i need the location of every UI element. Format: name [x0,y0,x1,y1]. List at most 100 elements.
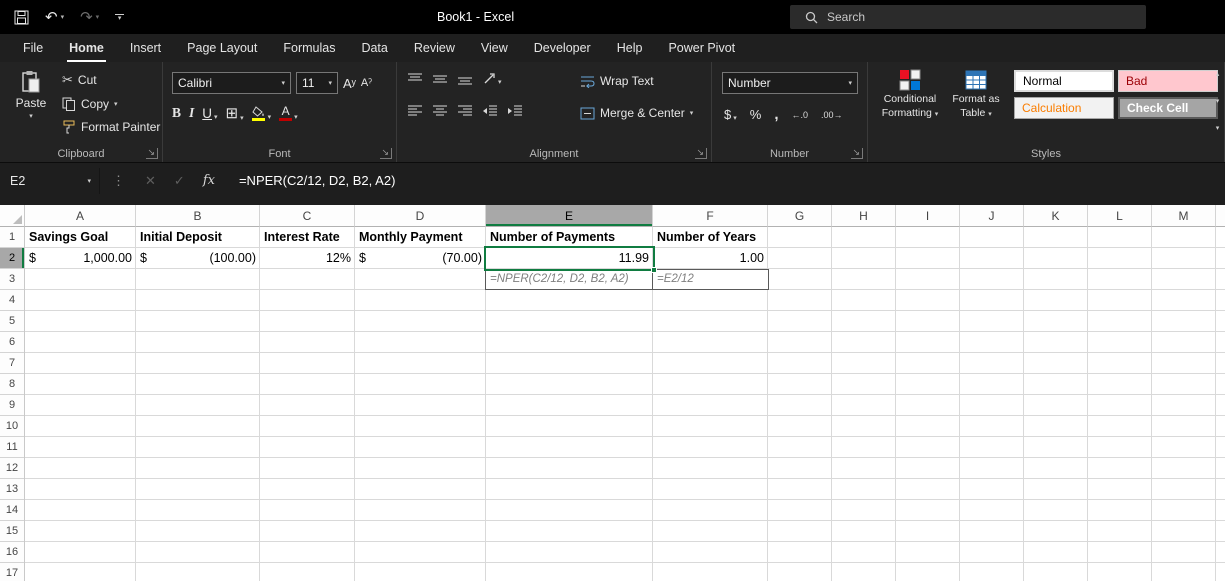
decrease-indent-icon[interactable] [482,104,498,118]
tab-insert[interactable]: Insert [117,34,174,62]
font-size-combo[interactable]: 11▾ [296,72,338,94]
cell-b2[interactable]: $ (100.00) [136,248,260,269]
conditional-formatting-button[interactable]: Conditional Formatting ▾ [878,69,942,121]
tab-data[interactable]: Data [348,34,400,62]
number-format-dropdown-icon[interactable]: ▾ [848,79,852,87]
styles-scroll-up-icon[interactable]: ▴ [1216,70,1220,78]
select-all-button[interactable] [0,205,25,227]
cell-b1[interactable]: Initial Deposit [136,227,260,248]
column-header-g[interactable]: G [768,205,832,227]
row-header-1[interactable]: 1 [0,227,24,248]
percent-style-button[interactable]: % [750,107,762,122]
row-header-14[interactable]: 14 [0,500,24,521]
italic-button[interactable]: I [189,105,194,121]
row-header-6[interactable]: 6 [0,332,24,353]
row-header-16[interactable]: 16 [0,542,24,563]
column-header-m[interactable]: M [1152,205,1216,227]
formula-bar-dots-icon[interactable]: ⋮ [112,173,125,189]
column-header-d[interactable]: D [355,205,486,227]
tab-help[interactable]: Help [604,34,656,62]
formula-input[interactable]: =NPER(C2/12, D2, B2, A2) [239,173,395,188]
tab-page-layout[interactable]: Page Layout [174,34,270,62]
cell-e1[interactable]: Number of Payments [486,227,653,248]
cell-f2[interactable]: 1.00 [653,248,768,269]
cell-d2[interactable]: $ (70.00) [355,248,486,269]
bold-button[interactable]: B [172,105,181,121]
row-header-9[interactable]: 9 [0,395,24,416]
row-header-3[interactable]: 3 [0,269,24,290]
undo-button[interactable]: ↶▾ [45,10,64,25]
row-header-15[interactable]: 15 [0,521,24,542]
conditional-formatting-dropdown-icon[interactable]: ▾ [935,111,939,118]
borders-dropdown-icon[interactable]: ▾ [240,114,244,122]
styles-scroll-down-icon[interactable]: ▾ [1216,97,1220,105]
font-dialog-launcher[interactable]: ↘ [380,148,392,159]
column-header-k[interactable]: K [1024,205,1088,227]
name-box[interactable]: E2 ▾ [0,168,100,194]
row-header-17[interactable]: 17 [0,563,24,581]
styles-more-icon[interactable]: ▾ [1216,124,1220,132]
cell-d1[interactable]: Monthly Payment [355,227,486,248]
fill-color-button[interactable]: ▾ [252,106,272,121]
customize-quick-access-toolbar-button[interactable]: ▾ [115,14,124,21]
cell-e3-formula-note[interactable]: =NPER(C2/12, D2, B2, A2) [485,269,654,290]
name-box-dropdown-icon[interactable]: ▾ [87,177,91,185]
row-header-7[interactable]: 7 [0,353,24,374]
column-header-a[interactable]: A [25,205,136,227]
row-header-5[interactable]: 5 [0,311,24,332]
row-header-4[interactable]: 4 [0,290,24,311]
fill-color-dropdown-icon[interactable]: ▾ [268,113,272,121]
column-header-c[interactable]: C [260,205,355,227]
tab-file[interactable]: File [10,34,56,62]
tab-formulas[interactable]: Formulas [270,34,348,62]
paste-dropdown-icon[interactable]: ▾ [29,112,33,120]
copy-dropdown-icon[interactable]: ▾ [114,100,118,108]
style-normal[interactable]: Normal [1014,70,1114,92]
cell-c2[interactable]: 12% [260,248,355,269]
middle-align-icon[interactable] [432,72,448,86]
column-header-e[interactable]: E [486,205,653,227]
paste-button[interactable]: Paste ▾ [8,70,54,120]
tab-review[interactable]: Review [401,34,468,62]
copy-button[interactable]: Copy ▾ [62,97,160,111]
cell-f3-formula-note[interactable]: =E2/12 [652,269,769,290]
font-name-combo[interactable]: Calibri▾ [172,72,291,94]
tab-home[interactable]: Home [56,34,117,62]
column-header-j[interactable]: J [960,205,1024,227]
comma-style-button[interactable]: , [774,106,778,123]
fill-handle[interactable] [651,267,657,273]
style-bad[interactable]: Bad [1118,70,1218,92]
increase-decimal-button[interactable]: ←.0 [791,110,808,120]
alignment-dialog-launcher[interactable]: ↘ [695,148,707,159]
undo-dropdown-icon[interactable]: ▾ [61,14,65,21]
underline-button[interactable]: U▾ [202,106,217,121]
row-header-10[interactable]: 10 [0,416,24,437]
style-check-cell[interactable]: Check Cell [1118,97,1218,119]
align-left-icon[interactable] [407,104,423,118]
column-header-b[interactable]: B [136,205,260,227]
column-header-h[interactable]: H [832,205,896,227]
row-header-11[interactable]: 11 [0,437,24,458]
top-align-icon[interactable] [407,72,423,86]
merge-center-button[interactable]: Merge & Center ▾ [580,106,693,120]
clipboard-dialog-launcher[interactable]: ↘ [146,148,158,159]
font-color-dropdown-icon[interactable]: ▾ [294,113,298,121]
cell-a1[interactable]: Savings Goal [25,227,136,248]
format-painter-button[interactable]: Format Painter [62,120,160,134]
format-as-table-button[interactable]: Format as Table ▾ [946,69,1006,121]
merge-center-dropdown-icon[interactable]: ▾ [690,109,694,117]
font-name-dropdown-icon[interactable]: ▾ [281,79,285,87]
accounting-format-button[interactable]: $▾ [724,107,737,122]
column-header-i[interactable]: I [896,205,960,227]
row-header-12[interactable]: 12 [0,458,24,479]
borders-button[interactable]: ⊞▾ [226,104,244,122]
style-calculation[interactable]: Calculation [1014,97,1114,119]
number-format-combo[interactable]: Number ▾ [722,72,858,94]
align-right-icon[interactable] [457,104,473,118]
cell-a2[interactable]: $ 1,000.00 [25,248,136,269]
align-center-icon[interactable] [432,104,448,118]
format-as-table-dropdown-icon[interactable]: ▾ [988,111,992,118]
save-icon[interactable] [14,10,29,25]
font-color-button[interactable]: A ▾ [279,106,298,121]
tab-power-pivot[interactable]: Power Pivot [655,34,748,62]
